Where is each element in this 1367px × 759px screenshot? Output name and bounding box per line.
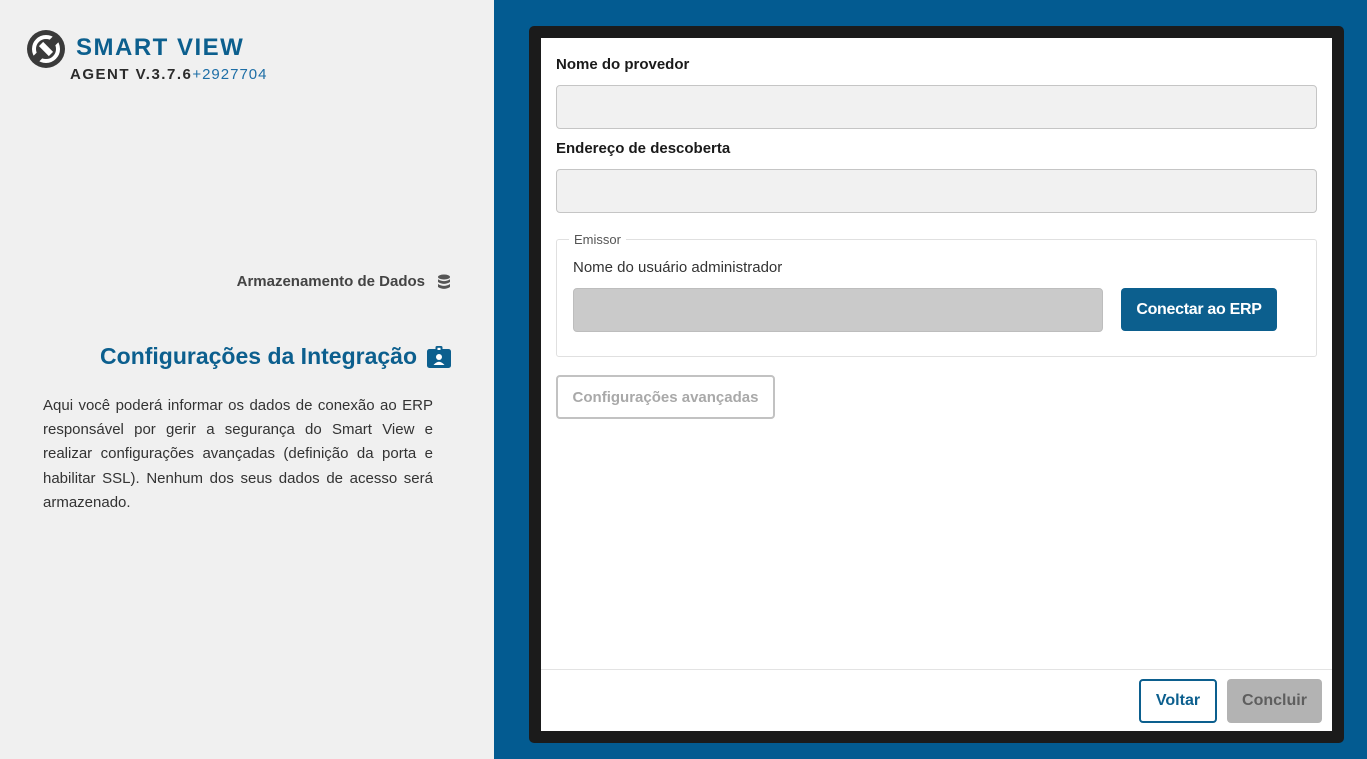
build-number: +2927704 <box>192 66 268 83</box>
advanced-settings-button[interactable]: Configurações avançadas <box>556 375 775 419</box>
id-badge-icon <box>427 345 451 368</box>
footer-divider <box>541 669 1332 670</box>
database-icon <box>438 274 450 289</box>
provider-name-input[interactable] <box>556 85 1317 129</box>
integration-description: Aqui você poderá informar os dados de co… <box>43 397 433 511</box>
connect-erp-button[interactable]: Conectar ao ERP <box>1121 288 1277 331</box>
step-storage-label: Armazenamento de Dados <box>236 273 425 290</box>
provider-name-label: Nome do provedor <box>556 56 690 73</box>
step-integration[interactable]: Configurações da Integração <box>100 343 451 370</box>
back-button[interactable]: Voltar <box>1139 679 1217 723</box>
integration-modal: Nome do provedor Endereço de descoberta … <box>541 38 1332 731</box>
discovery-address-label: Endereço de descoberta <box>556 140 731 157</box>
left-panel: SMART VIEW AGENT V.3.7.6+2927704 Armazen… <box>0 0 494 759</box>
admin-user-input[interactable] <box>573 288 1103 332</box>
discovery-address-input[interactable] <box>556 169 1317 213</box>
step-integration-label: Configurações da Integração <box>100 343 417 369</box>
agent-version-label: AGENT V.3.7.6 <box>70 66 193 83</box>
totvs-logo-icon <box>27 30 65 68</box>
issuer-legend: Emissor <box>569 232 626 247</box>
issuer-fieldset: Emissor Nome do usuário administrador Co… <box>556 232 1317 357</box>
admin-user-label: Nome do usuário administrador <box>573 259 783 276</box>
agent-version: AGENT V.3.7.6+2927704 <box>70 66 267 83</box>
step-storage[interactable]: Armazenamento de Dados <box>237 273 451 290</box>
brand-name: SMART VIEW <box>76 34 245 61</box>
finish-button[interactable]: Concluir <box>1227 679 1322 723</box>
